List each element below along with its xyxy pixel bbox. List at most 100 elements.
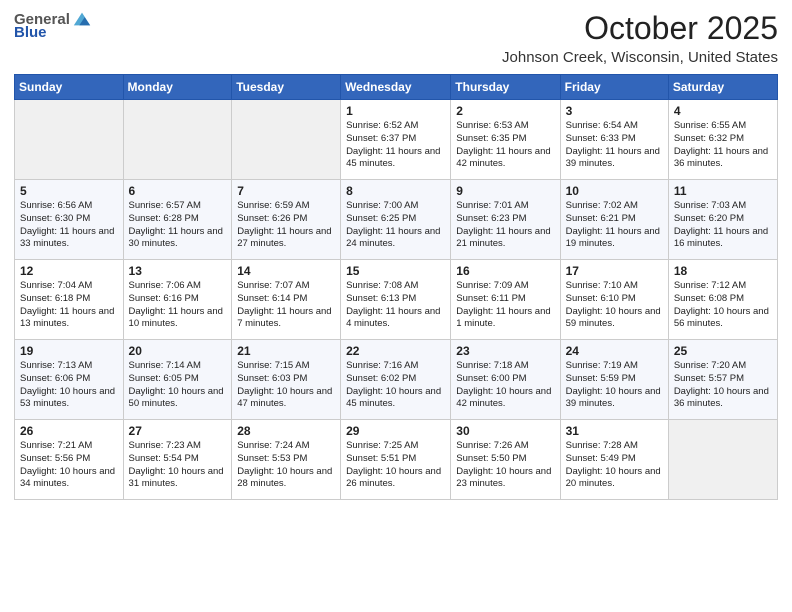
table-row: 12Sunrise: 7:04 AMSunset: 6:18 PMDayligh… [15, 260, 124, 340]
title-block: October 2025 Johnson Creek, Wisconsin, U… [502, 10, 778, 66]
table-row: 21 Sunrise: 7:15 AMSunset: 6:03 PMDayligh… [232, 340, 341, 420]
logo: General Blue [14, 10, 92, 41]
table-row: 2Sunrise: 6:53 AMSunset: 6:35 PMDaylight… [451, 100, 560, 180]
day-info: Sunrise: 7:08 AMSunset: 6:13 PMDaylight:… [346, 280, 445, 331]
col-sunday: Sunday [15, 75, 124, 100]
day-number: 17 [566, 264, 663, 278]
day-info: Sunrise: 7:20 AMSunset: 5:57 PMDaylight:… [674, 360, 772, 411]
day-info: Sunrise: 6:52 AMSunset: 6:37 PMDaylight:… [346, 120, 445, 171]
table-row: 16Sunrise: 7:09 AMSunset: 6:11 PMDayligh… [451, 260, 560, 340]
day-number: 13 [129, 264, 227, 278]
day-number: 16 [456, 264, 554, 278]
table-row: 30Sunrise: 7:26 AMSunset: 5:50 PMDayligh… [451, 420, 560, 500]
day-number: 27 [129, 424, 227, 438]
table-row: 4 Sunrise: 6:55 AMSunset: 6:32 PMDaylight… [668, 100, 777, 180]
table-row: 29 Sunrise: 7:25 AMSunset: 5:51 PMDayligh… [341, 420, 451, 500]
day-info: Sunrise: 6:59 AMSunset: 6:26 PMDaylight:… [237, 200, 335, 251]
day-info: Sunrise: 7:10 AMSunset: 6:10 PMDaylight:… [566, 280, 663, 331]
day-info: Sunrise: 6:56 AMSunset: 6:30 PMDaylight:… [20, 200, 118, 251]
table-row: 27 Sunrise: 7:23 AMSunset: 5:54 PMDayligh… [123, 420, 232, 500]
day-number: 10 [566, 184, 663, 198]
day-number: 18 [674, 264, 772, 278]
col-monday: Monday [123, 75, 232, 100]
day-number: 29 [346, 424, 445, 438]
table-row: 13 Sunrise: 7:06 AMSunset: 6:16 PMDayligh… [123, 260, 232, 340]
day-number: 24 [566, 344, 663, 358]
table-row: 14 Sunrise: 7:07 AMSunset: 6:14 PMDayligh… [232, 260, 341, 340]
table-row [232, 100, 341, 180]
calendar-week-row: 5Sunrise: 6:56 AMSunset: 6:30 PMDaylight… [15, 180, 778, 260]
calendar-week-row: 19 Sunrise: 7:13 AMSunset: 6:06 PMDayligh… [15, 340, 778, 420]
day-info: Sunrise: 7:25 AMSunset: 5:51 PMDaylight:… [346, 440, 445, 491]
table-row: 15 Sunrise: 7:08 AMSunset: 6:13 PMDayligh… [341, 260, 451, 340]
day-number: 4 [674, 104, 772, 118]
day-info: Sunrise: 7:18 AMSunset: 6:00 PMDaylight:… [456, 360, 554, 411]
day-info: Sunrise: 6:57 AMSunset: 6:28 PMDaylight:… [129, 200, 227, 251]
day-info: Sunrise: 7:00 AMSunset: 6:25 PMDaylight:… [346, 200, 445, 251]
table-row: 18 Sunrise: 7:12 AMSunset: 6:08 PMDayligh… [668, 260, 777, 340]
table-row: 3Sunrise: 6:54 AMSunset: 6:33 PMDaylight… [560, 100, 668, 180]
day-info: Sunrise: 7:19 AMSunset: 5:59 PMDaylight:… [566, 360, 663, 411]
day-info: Sunrise: 7:14 AMSunset: 6:05 PMDaylight:… [129, 360, 227, 411]
table-row: 1 Sunrise: 6:52 AMSunset: 6:37 PMDaylight… [341, 100, 451, 180]
table-row: 23 Sunrise: 7:18 AMSunset: 6:00 PMDayligh… [451, 340, 560, 420]
day-number: 6 [129, 184, 227, 198]
day-number: 8 [346, 184, 445, 198]
day-info: Sunrise: 6:53 AMSunset: 6:35 PMDaylight:… [456, 120, 554, 171]
day-number: 1 [346, 104, 445, 118]
day-info: Sunrise: 7:28 AMSunset: 5:49 PMDaylight:… [566, 440, 663, 491]
day-number: 7 [237, 184, 335, 198]
day-info: Sunrise: 7:16 AMSunset: 6:02 PMDaylight:… [346, 360, 445, 411]
day-number: 20 [129, 344, 227, 358]
day-number: 28 [237, 424, 335, 438]
day-number: 25 [674, 344, 772, 358]
col-friday: Friday [560, 75, 668, 100]
day-number: 31 [566, 424, 663, 438]
day-number: 23 [456, 344, 554, 358]
day-number: 3 [566, 104, 663, 118]
day-number: 19 [20, 344, 118, 358]
table-row: 8 Sunrise: 7:00 AMSunset: 6:25 PMDaylight… [341, 180, 451, 260]
day-number: 11 [674, 184, 772, 198]
day-info: Sunrise: 7:02 AMSunset: 6:21 PMDaylight:… [566, 200, 663, 251]
table-row: 25 Sunrise: 7:20 AMSunset: 5:57 PMDayligh… [668, 340, 777, 420]
table-row: 26 Sunrise: 7:21 AMSunset: 5:56 PMDayligh… [15, 420, 124, 500]
table-row: 24 Sunrise: 7:19 AMSunset: 5:59 PMDayligh… [560, 340, 668, 420]
calendar-table: Sunday Monday Tuesday Wednesday Thursday… [14, 74, 778, 500]
day-number: 15 [346, 264, 445, 278]
table-row: 19 Sunrise: 7:13 AMSunset: 6:06 PMDayligh… [15, 340, 124, 420]
day-info: Sunrise: 7:01 AMSunset: 6:23 PMDaylight:… [456, 200, 554, 251]
table-row: 28 Sunrise: 7:24 AMSunset: 5:53 PMDayligh… [232, 420, 341, 500]
day-info: Sunrise: 7:06 AMSunset: 6:16 PMDaylight:… [129, 280, 227, 331]
day-info: Sunrise: 7:15 AMSunset: 6:03 PMDaylight:… [237, 360, 335, 411]
day-info: Sunrise: 7:03 AMSunset: 6:20 PMDaylight:… [674, 200, 772, 251]
day-info: Sunrise: 7:23 AMSunset: 5:54 PMDaylight:… [129, 440, 227, 491]
table-row [15, 100, 124, 180]
day-number: 14 [237, 264, 335, 278]
day-info: Sunrise: 7:04 AMSunset: 6:18 PMDaylight:… [20, 280, 118, 331]
calendar-week-row: 1 Sunrise: 6:52 AMSunset: 6:37 PMDaylight… [15, 100, 778, 180]
day-info: Sunrise: 6:55 AMSunset: 6:32 PMDaylight:… [674, 120, 772, 171]
calendar-week-row: 12Sunrise: 7:04 AMSunset: 6:18 PMDayligh… [15, 260, 778, 340]
table-row: 6 Sunrise: 6:57 AMSunset: 6:28 PMDaylight… [123, 180, 232, 260]
day-info: Sunrise: 7:26 AMSunset: 5:50 PMDaylight:… [456, 440, 554, 491]
day-info: Sunrise: 7:24 AMSunset: 5:53 PMDaylight:… [237, 440, 335, 491]
day-info: Sunrise: 7:07 AMSunset: 6:14 PMDaylight:… [237, 280, 335, 331]
logo-icon [72, 10, 92, 28]
col-saturday: Saturday [668, 75, 777, 100]
day-number: 22 [346, 344, 445, 358]
table-row [668, 420, 777, 500]
day-number: 26 [20, 424, 118, 438]
table-row: 10 Sunrise: 7:02 AMSunset: 6:21 PMDayligh… [560, 180, 668, 260]
page: General Blue October 2025 Johnson Creek,… [0, 0, 792, 612]
location-title: Johnson Creek, Wisconsin, United States [502, 49, 778, 66]
day-info: Sunrise: 7:21 AMSunset: 5:56 PMDaylight:… [20, 440, 118, 491]
header: General Blue October 2025 Johnson Creek,… [14, 10, 778, 66]
table-row: 22 Sunrise: 7:16 AMSunset: 6:02 PMDayligh… [341, 340, 451, 420]
day-info: Sunrise: 7:13 AMSunset: 6:06 PMDaylight:… [20, 360, 118, 411]
day-number: 21 [237, 344, 335, 358]
col-wednesday: Wednesday [341, 75, 451, 100]
day-info: Sunrise: 7:12 AMSunset: 6:08 PMDaylight:… [674, 280, 772, 331]
table-row: 7 Sunrise: 6:59 AMSunset: 6:26 PMDaylight… [232, 180, 341, 260]
col-tuesday: Tuesday [232, 75, 341, 100]
